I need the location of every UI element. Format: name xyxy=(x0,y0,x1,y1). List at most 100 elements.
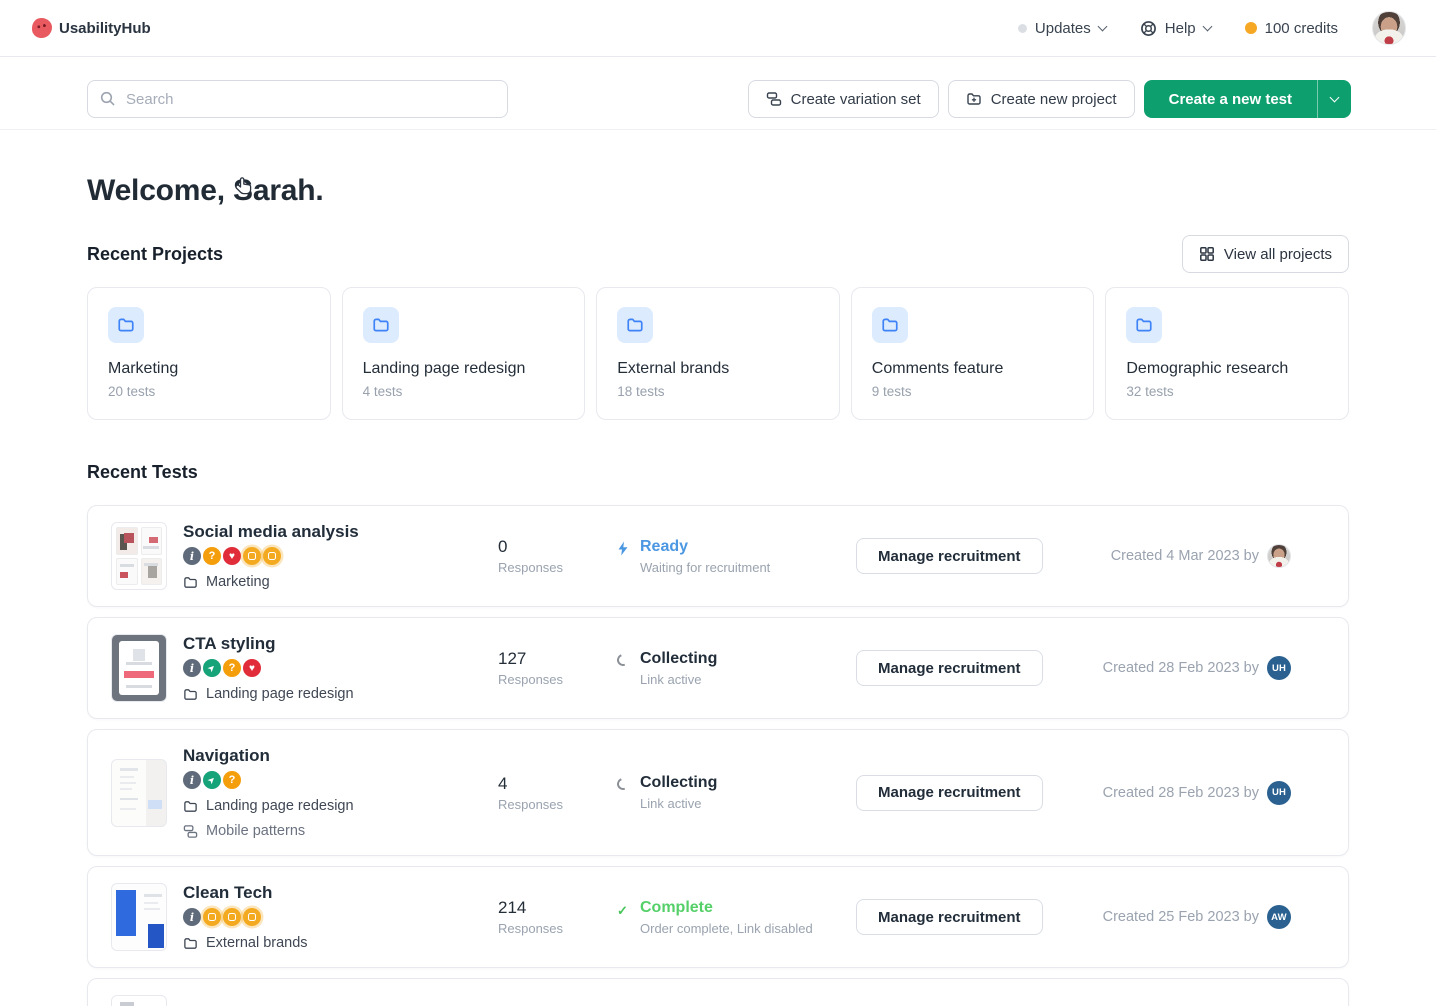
create-new-test-button[interactable]: Create a new test xyxy=(1144,80,1317,118)
test-folder-link[interactable]: Landing page redesign xyxy=(183,686,478,702)
test-folder-link[interactable]: External brands xyxy=(183,935,478,951)
project-test-count: 32 tests xyxy=(1126,384,1328,399)
design-survey-badge-icon xyxy=(263,547,281,565)
test-row-modal-copy[interactable]: Modal copy ♥ 98 Responses ✓ Complete Ord… xyxy=(87,978,1349,1006)
status-subtext: Order complete, Link disabled xyxy=(640,921,813,936)
design-survey-badge-icon xyxy=(203,908,221,926)
create-new-test-split-button: Create a new test xyxy=(1144,80,1351,118)
info-badge-icon: i xyxy=(183,659,201,677)
test-type-badges: i xyxy=(183,908,478,926)
created-by-text: Created 4 Mar 2023 by xyxy=(1111,548,1259,564)
user-avatar[interactable] xyxy=(1372,11,1406,45)
info-badge-icon: i xyxy=(183,908,201,926)
chevron-down-icon xyxy=(1330,92,1340,102)
folder-icon xyxy=(183,687,198,702)
test-type-badges: i ? ♥ xyxy=(183,547,478,565)
test-row-navigation[interactable]: Navigation i ➤ ? Landing page redesign M… xyxy=(87,729,1349,856)
first-click-badge-icon: ➤ xyxy=(203,659,221,677)
question-badge-icon: ? xyxy=(223,659,241,677)
project-test-count: 18 tests xyxy=(617,384,819,399)
view-all-projects-button[interactable]: View all projects xyxy=(1182,235,1349,273)
updates-indicator-dot-icon xyxy=(1018,24,1027,33)
manage-recruitment-button[interactable]: Manage recruitment xyxy=(856,775,1043,811)
test-status: ✓ Complete Order complete, Link disabled xyxy=(617,899,856,936)
responses-label: Responses xyxy=(498,560,617,575)
project-card-landing-page-redesign[interactable]: Landing page redesign 4 tests xyxy=(342,287,586,420)
test-folder-label: Marketing xyxy=(206,574,270,590)
lifebuoy-help-icon xyxy=(1140,20,1157,37)
mouse-cursor-pointer xyxy=(233,176,255,198)
project-card-external-brands[interactable]: External brands 18 tests xyxy=(596,287,840,420)
folder-icon xyxy=(183,575,198,590)
top-navigation: UsabilityHub Updates Help 100 credits xyxy=(0,0,1436,57)
status-name: Collecting xyxy=(640,774,717,792)
preference-heart-badge-icon: ♥ xyxy=(243,659,261,677)
test-folder-label: Landing page redesign xyxy=(206,686,354,702)
responses-count: 127 xyxy=(498,649,617,669)
test-row-clean-tech[interactable]: Clean Tech i External brands 214 Respons… xyxy=(87,866,1349,968)
status-subtext: Waiting for recruitment xyxy=(640,560,770,575)
project-name: Marketing xyxy=(108,360,310,378)
logo-text: UsabilityHub xyxy=(59,20,151,37)
manage-recruitment-button[interactable]: Manage recruitment xyxy=(856,538,1043,574)
project-name: External brands xyxy=(617,360,819,378)
test-folder-link[interactable]: Landing page redesign xyxy=(183,798,478,814)
status-subtext: Link active xyxy=(640,796,717,811)
creator-avatar-initials[interactable]: UH xyxy=(1267,781,1291,805)
info-badge-icon: i xyxy=(183,547,201,565)
folder-icon xyxy=(372,316,390,334)
create-new-project-button[interactable]: Create new project xyxy=(948,80,1135,118)
thumbnail-cell xyxy=(116,527,138,555)
project-card-marketing[interactable]: Marketing 20 tests xyxy=(87,287,331,420)
lightning-bolt-icon xyxy=(617,541,629,556)
variation-set-link[interactable]: Mobile patterns xyxy=(183,823,478,839)
folder-tile xyxy=(108,307,144,343)
test-thumbnail xyxy=(111,634,167,702)
grid-icon xyxy=(1199,246,1215,262)
project-card-demographic-research[interactable]: Demographic research 32 tests xyxy=(1105,287,1349,420)
test-folder-label: External brands xyxy=(206,935,308,951)
test-title[interactable]: CTA styling xyxy=(183,634,478,654)
variation-set-label: Mobile patterns xyxy=(206,823,305,839)
collecting-spinner-icon xyxy=(615,776,631,792)
status-name: Ready xyxy=(640,538,770,556)
status-subtext: Link active xyxy=(640,672,717,687)
responses-count: 0 xyxy=(498,537,617,557)
create-new-test-dropdown-button[interactable] xyxy=(1317,80,1351,118)
test-title[interactable]: Navigation xyxy=(183,746,478,766)
test-thumbnail xyxy=(111,522,167,590)
updates-menu[interactable]: Updates xyxy=(1018,20,1106,37)
recent-projects-heading: Recent Projects xyxy=(87,244,223,265)
test-type-badges: i ➤ ? ♥ xyxy=(183,659,478,677)
test-folder-link[interactable]: Marketing xyxy=(183,574,478,590)
thumbnail-cell xyxy=(119,641,159,695)
test-title[interactable]: Clean Tech xyxy=(183,883,478,903)
folder-icon xyxy=(117,316,135,334)
creator-avatar-initials[interactable]: UH xyxy=(1267,656,1291,680)
responses-label: Responses xyxy=(498,672,617,687)
project-name: Comments feature xyxy=(872,360,1074,378)
create-new-project-label: Create new project xyxy=(991,91,1117,108)
thumbnail-cell xyxy=(141,527,163,555)
folder-icon xyxy=(1135,316,1153,334)
chevron-down-icon xyxy=(1097,21,1107,31)
help-menu[interactable]: Help xyxy=(1140,20,1211,37)
test-title[interactable]: Social media analysis xyxy=(183,522,478,542)
credits-indicator[interactable]: 100 credits xyxy=(1245,20,1338,37)
app-logo[interactable]: UsabilityHub xyxy=(32,18,151,38)
search-input[interactable] xyxy=(87,80,508,118)
manage-recruitment-button[interactable]: Manage recruitment xyxy=(856,650,1043,686)
test-row-cta-styling[interactable]: CTA styling i ➤ ? ♥ Landing page redesig… xyxy=(87,617,1349,719)
creator-avatar-initials[interactable]: AW xyxy=(1267,905,1291,929)
question-badge-icon: ? xyxy=(223,771,241,789)
manage-recruitment-button[interactable]: Manage recruitment xyxy=(856,899,1043,935)
recent-tests-heading: Recent Tests xyxy=(87,462,198,483)
test-row-social-media-analysis[interactable]: Social media analysis i ? ♥ Marketing 0 … xyxy=(87,505,1349,607)
test-thumbnail xyxy=(111,883,167,951)
create-variation-set-button[interactable]: Create variation set xyxy=(748,80,939,118)
project-card-comments-feature[interactable]: Comments feature 9 tests xyxy=(851,287,1095,420)
creator-avatar[interactable] xyxy=(1267,544,1291,568)
search-icon xyxy=(99,90,117,108)
question-badge-icon: ? xyxy=(203,547,221,565)
chevron-down-icon xyxy=(1202,21,1212,31)
